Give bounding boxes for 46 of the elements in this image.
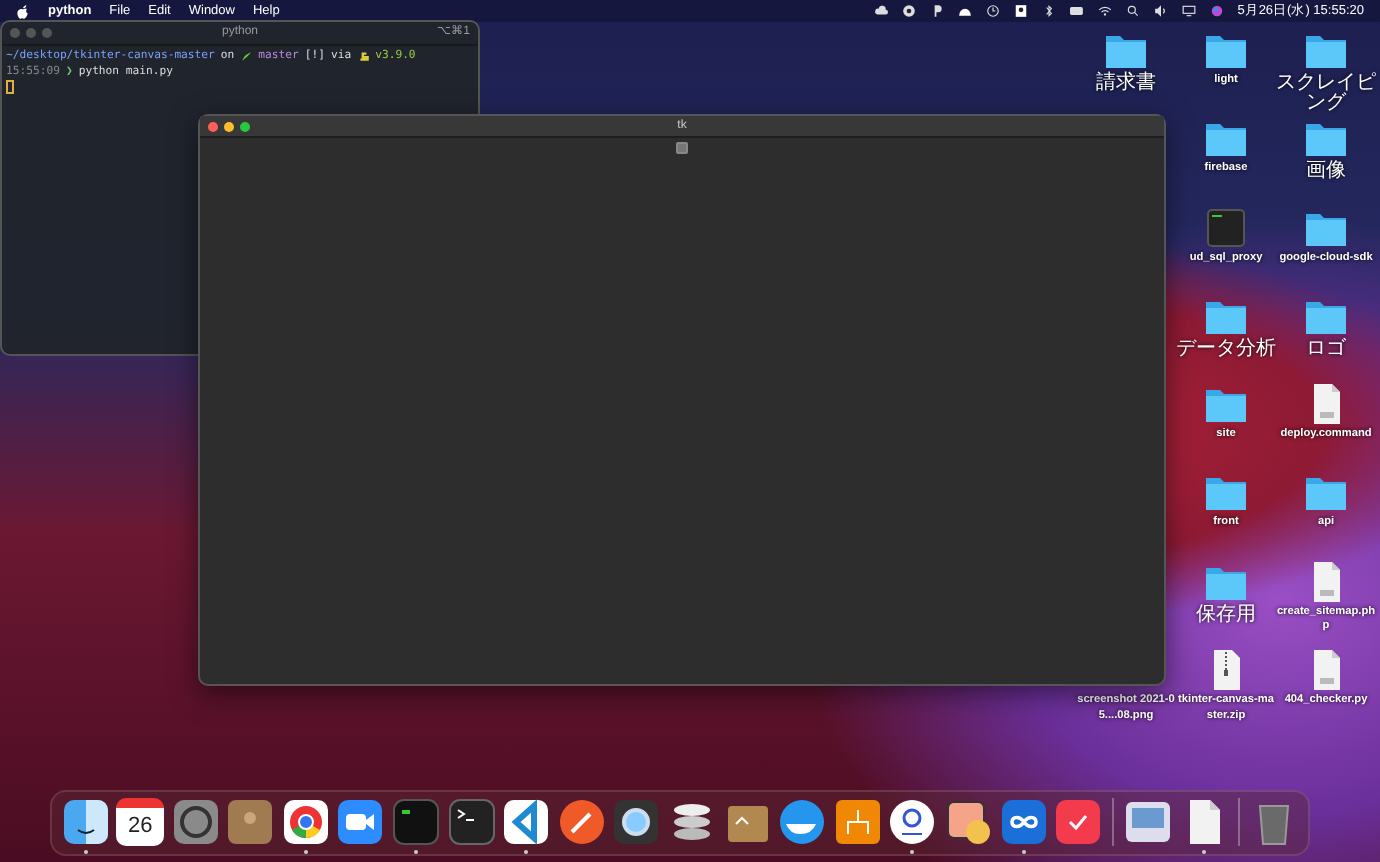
flowchart-icon[interactable]	[833, 798, 882, 846]
dome-icon[interactable]	[957, 4, 972, 18]
file-label[interactable]: 保存用	[1196, 605, 1256, 626]
wifi-icon[interactable]	[1097, 4, 1112, 18]
running-indicator	[83, 850, 87, 854]
terminal-icon[interactable]	[447, 798, 496, 846]
contacts-icon[interactable]	[226, 798, 275, 846]
chrome-icon[interactable]	[281, 798, 330, 846]
running-indicator	[910, 850, 915, 854]
zoom-button[interactable]	[240, 121, 250, 131]
contact-icon[interactable]	[1013, 4, 1028, 18]
apple-icon[interactable]	[16, 3, 30, 19]
file-label[interactable]: ロゴ	[1306, 339, 1346, 360]
finder-icon[interactable]	[61, 798, 109, 846]
calendar-icon[interactable]: 26	[116, 798, 165, 846]
file-label[interactable]: 画像	[1306, 162, 1346, 183]
running-indicator	[414, 850, 419, 854]
file-label[interactable]: スクレイピング	[1276, 74, 1376, 114]
running-indicator	[303, 850, 308, 854]
minimize-button[interactable]	[224, 121, 234, 131]
running-indicator	[1021, 850, 1026, 854]
photo-icon[interactable]	[1124, 798, 1173, 846]
checkbox[interactable]	[676, 142, 688, 154]
siri-icon[interactable]	[1209, 4, 1224, 18]
cloud-icon[interactable]	[873, 4, 888, 18]
infinity-icon[interactable]	[999, 798, 1048, 846]
whale-icon[interactable]	[778, 798, 827, 846]
bluetooth-icon[interactable]	[1041, 4, 1056, 18]
search-icon[interactable]	[1125, 4, 1140, 18]
code-editor-icon[interactable]	[502, 798, 551, 846]
file-label[interactable]: 請求書	[1096, 74, 1156, 94]
close-button[interactable]	[208, 121, 218, 131]
running-indicator	[524, 850, 529, 854]
p-icon[interactable]	[929, 4, 944, 18]
pen-icon[interactable]	[557, 798, 606, 846]
file-label[interactable]: データ分析	[1176, 339, 1276, 360]
magnifier-icon[interactable]	[612, 798, 661, 846]
sprout-icon	[240, 50, 253, 62]
video-camera-icon[interactable]	[336, 798, 385, 846]
speaker-icon[interactable]	[1153, 4, 1168, 18]
running-indicator	[1201, 850, 1206, 854]
ring-icon[interactable]	[888, 798, 937, 846]
pill-icon[interactable]	[944, 798, 992, 846]
cursor	[6, 80, 14, 94]
battery-icon[interactable]	[1069, 4, 1084, 18]
display-icon[interactable]	[1181, 4, 1196, 18]
